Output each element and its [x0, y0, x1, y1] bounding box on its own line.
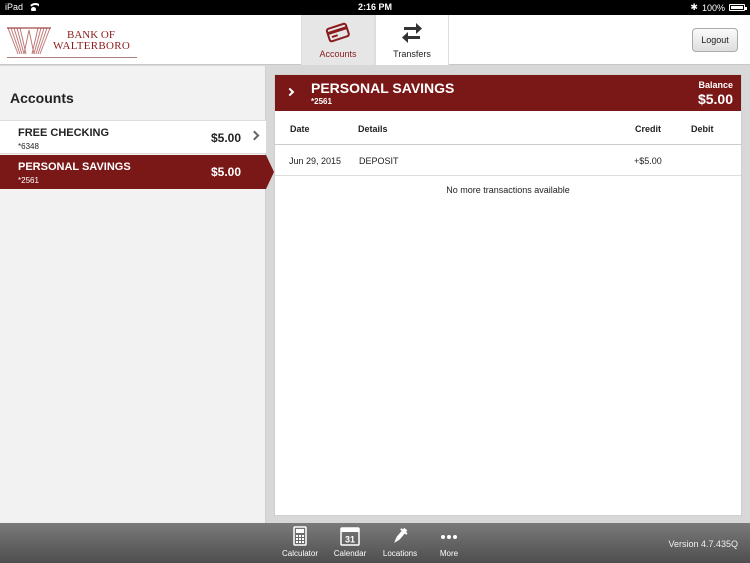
- account-detail-header[interactable]: PERSONAL SAVINGS *2561 Balance $5.00: [275, 75, 741, 111]
- status-time: 2:16 PM: [357, 2, 392, 12]
- column-debit: Debit: [691, 124, 714, 134]
- accounts-title: Accounts: [10, 90, 74, 106]
- column-credit: Credit: [635, 124, 662, 134]
- account-detail-panel: PERSONAL SAVINGS *2561 Balance $5.00 Dat…: [274, 74, 742, 516]
- column-date: Date: [290, 124, 310, 134]
- bottom-toolbar: Calculator 31 Calendar Locations More Ve…: [0, 523, 750, 563]
- toolbar-calendar-label: Calendar: [333, 549, 367, 558]
- tab-transfers-label: Transfers: [393, 49, 431, 59]
- toolbar-locations-label: Locations: [382, 549, 418, 558]
- transactions-header: Date Details Credit Debit: [275, 111, 741, 145]
- detail-title: PERSONAL SAVINGS: [311, 80, 455, 96]
- balance-value: $5.00: [697, 91, 733, 107]
- transaction-date: Jun 29, 2015: [289, 156, 342, 166]
- detail-account-number: *2561: [311, 97, 332, 106]
- account-balance: $5.00: [210, 131, 241, 145]
- calculator-icon: [293, 526, 307, 546]
- column-details: Details: [358, 124, 388, 134]
- bluetooth-icon: ✱: [690, 2, 698, 12]
- account-name: FREE CHECKING: [18, 127, 110, 139]
- bank-logo-mark-icon: [7, 27, 51, 54]
- more-dots-icon: [441, 535, 457, 539]
- account-balance: $5.00: [210, 165, 241, 179]
- credit-card-icon: [325, 22, 350, 43]
- calendar-day: 31: [345, 535, 355, 545]
- logo-line2: WALTERBORO: [53, 39, 131, 52]
- tab-transfers[interactable]: Transfers: [375, 15, 449, 65]
- toolbar-more-label: More: [439, 549, 459, 558]
- chevron-right-icon: [249, 130, 260, 141]
- account-item-free-checking[interactable]: FREE CHECKING *6348 $5.00: [0, 120, 266, 154]
- transaction-details: DEPOSIT: [359, 156, 399, 166]
- account-name: PERSONAL SAVINGS: [18, 161, 131, 173]
- toolbar-calculator-label: Calculator: [281, 549, 318, 558]
- calendar-icon: 31: [340, 527, 360, 546]
- account-number: *2561: [18, 176, 39, 185]
- app-version: Version 4.7.435Q: [668, 539, 738, 549]
- transfer-arrows-icon: [402, 23, 422, 43]
- account-number: *6348: [18, 142, 39, 151]
- battery-icon: [729, 4, 747, 11]
- tab-accounts[interactable]: Accounts: [301, 15, 375, 65]
- accounts-panel: Accounts FREE CHECKING *6348 $5.00 PERSO…: [0, 66, 274, 523]
- no-more-transactions: No more transactions available: [446, 185, 570, 195]
- battery-percent: 100%: [701, 2, 725, 13]
- toolbar-more[interactable]: More: [425, 526, 473, 558]
- status-bar: iPad 2:16 PM ✱ 100%: [0, 0, 750, 15]
- logo-line1: BANK OF: [67, 28, 115, 41]
- toolbar-calendar[interactable]: 31 Calendar: [326, 526, 374, 558]
- bank-logo: BANK OF WALTERBORO: [7, 24, 137, 58]
- balance-label: Balance: [698, 80, 733, 90]
- tab-accounts-label: Accounts: [319, 49, 357, 59]
- toolbar-calculator[interactable]: Calculator: [276, 526, 324, 558]
- table-row[interactable]: Jun 29, 2015 DEPOSIT +$5.00: [275, 145, 741, 176]
- logout-button[interactable]: Logout: [692, 28, 738, 52]
- toolbar-locations[interactable]: Locations: [376, 526, 424, 558]
- transaction-credit: +$5.00: [634, 156, 662, 166]
- account-item-personal-savings[interactable]: PERSONAL SAVINGS *2561 $5.00: [0, 155, 274, 189]
- map-pin-icon: [394, 527, 408, 543]
- chevron-right-icon: [285, 87, 295, 97]
- app-header: BANK OF WALTERBORO Accounts Transfers Lo…: [0, 15, 750, 65]
